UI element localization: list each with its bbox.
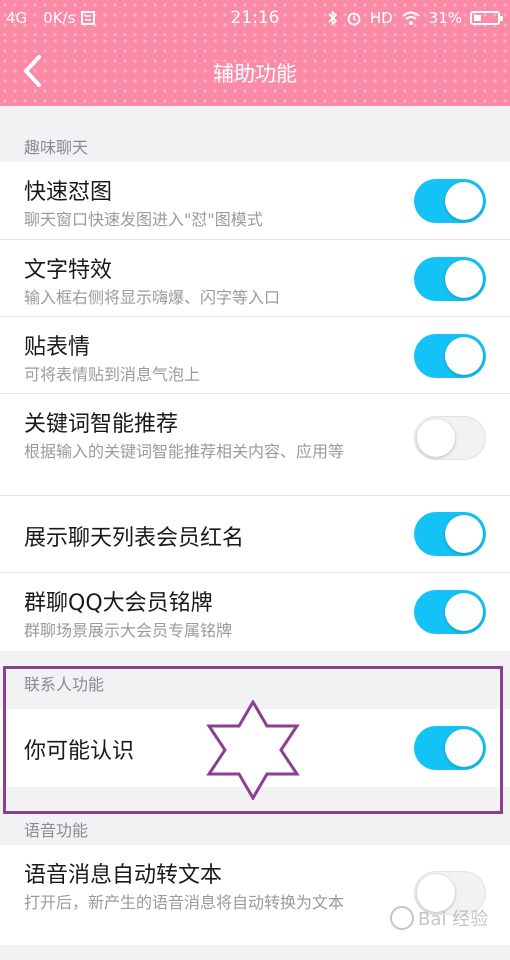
toggle-switch-quick-image[interactable] bbox=[414, 179, 486, 223]
toggle-knob bbox=[445, 337, 483, 375]
setting-title: 贴表情 bbox=[24, 335, 91, 360]
alarm-icon bbox=[347, 12, 361, 26]
hd-indicator: HD bbox=[369, 9, 393, 27]
setting-title: 群聊QQ大会员铭牌 bbox=[24, 591, 213, 616]
setting-row-quick-image[interactable]: 快速怼图 聊天窗口快速发图进入"怼"图模式 bbox=[0, 162, 510, 240]
status-bar: 4G 0K/s 21:16 HD 31% bbox=[0, 0, 510, 36]
setting-title: 文字特效 bbox=[24, 258, 113, 283]
bluetooth-icon bbox=[328, 10, 337, 26]
setting-row-vip-badge[interactable]: 群聊QQ大会员铭牌 群聊场景展示大会员专属铭牌 bbox=[0, 573, 510, 651]
section-fun-chat: 快速怼图 聊天窗口快速发图进入"怼"图模式 文字特效 输入框右侧将显示嗨爆、闪字… bbox=[0, 162, 510, 651]
setting-desc: 根据输入的关键词智能推荐相关内容、应用等 bbox=[24, 442, 345, 461]
setting-desc: 打开后，新产生的语音消息将自动转换为文本 bbox=[24, 893, 345, 912]
setting-row-text-effects[interactable]: 文字特效 输入框右侧将显示嗨爆、闪字等入口 bbox=[0, 240, 510, 317]
setting-title: 快速怼图 bbox=[24, 180, 113, 205]
setting-desc: 可将表情贴到消息气泡上 bbox=[24, 365, 201, 384]
section-header-fun-chat: 趣味聊天 bbox=[24, 138, 89, 157]
status-right: HD 31% bbox=[328, 9, 503, 27]
setting-desc: 输入框右侧将显示嗨爆、闪字等入口 bbox=[24, 288, 281, 307]
toggle-knob bbox=[445, 260, 483, 298]
setting-title: 语音消息自动转文本 bbox=[24, 863, 223, 888]
toggle-knob bbox=[417, 419, 455, 457]
setting-desc: 群聊场景展示大会员专属铭牌 bbox=[24, 621, 233, 640]
setting-row-sticker[interactable]: 贴表情 可将表情贴到消息气泡上 bbox=[0, 317, 510, 394]
setting-desc: 聊天窗口快速发图进入"怼"图模式 bbox=[24, 210, 263, 229]
toggle-knob bbox=[445, 515, 483, 553]
setting-title: 关键词智能推荐 bbox=[24, 412, 179, 437]
setting-title: 展示聊天列表会员红名 bbox=[24, 526, 245, 551]
toggle-switch-vip-badge[interactable] bbox=[414, 590, 486, 634]
paw-logo-icon bbox=[390, 906, 414, 930]
page-title: 辅助功能 bbox=[213, 62, 297, 86]
settings-list: 趣味聊天 快速怼图 聊天窗口快速发图进入"怼"图模式 文字特效 输入框右侧将显示… bbox=[0, 106, 510, 945]
setting-row-keyword-recommend[interactable]: 关键词智能推荐 根据输入的关键词智能推荐相关内容、应用等 bbox=[0, 394, 510, 496]
setting-row-vip-red-name[interactable]: 展示聊天列表会员红名 bbox=[0, 496, 510, 573]
wifi-icon bbox=[401, 11, 420, 25]
toggle-knob bbox=[445, 593, 483, 631]
toggle-switch-vip-red-name[interactable] bbox=[414, 512, 486, 556]
toggle-switch-sticker[interactable] bbox=[414, 334, 486, 378]
toggle-switch-keyword-recommend[interactable] bbox=[414, 416, 486, 460]
toggle-knob bbox=[445, 182, 483, 220]
battery-percent: 31% bbox=[428, 9, 462, 27]
star-annotation-icon bbox=[206, 700, 300, 800]
watermark: Bai 经验 bbox=[390, 905, 488, 931]
toggle-switch-text-effects[interactable] bbox=[414, 257, 486, 301]
nav-header: 辅助功能 bbox=[0, 36, 510, 106]
watermark-text: Bai 经验 bbox=[418, 909, 489, 930]
battery-icon bbox=[470, 11, 503, 25]
